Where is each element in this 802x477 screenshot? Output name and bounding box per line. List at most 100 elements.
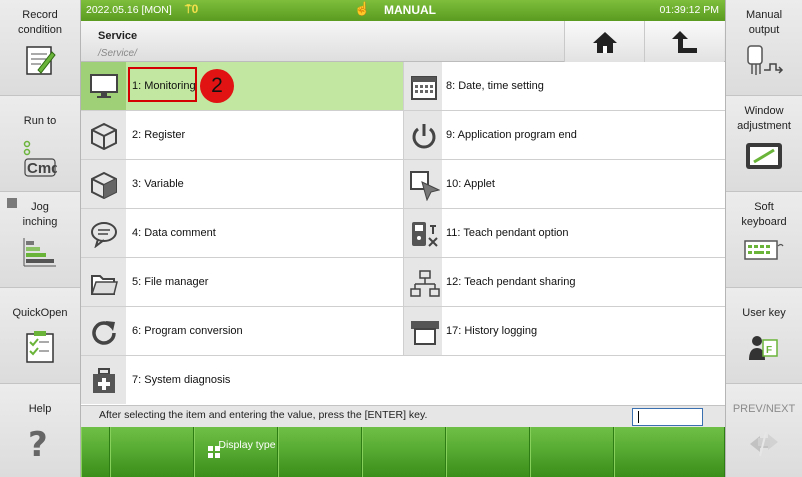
function-key-2[interactable] bbox=[110, 427, 194, 477]
folder-icon bbox=[90, 275, 118, 295]
menu-item-teach-pendant-sharing[interactable]: 12: Teach pendant sharing bbox=[404, 258, 726, 307]
function-key-4[interactable] bbox=[278, 427, 362, 477]
quickopen-button[interactable]: QuickOpen bbox=[0, 288, 80, 384]
notepad-pencil-icon bbox=[24, 44, 56, 81]
jog-inching-button[interactable]: Jog inching bbox=[0, 192, 80, 288]
menu-item-application-program-end[interactable]: 9: Application program end bbox=[404, 111, 726, 160]
record-condition-label: Record condition bbox=[17, 9, 63, 36]
applet-cursor-icon bbox=[410, 171, 440, 201]
menu-item-date-time-setting[interactable]: 8: Date, time setting bbox=[404, 62, 726, 111]
menu-icon-cell bbox=[81, 111, 126, 159]
manual-output-label: Manual output bbox=[745, 9, 783, 36]
menu-icon-cell bbox=[81, 160, 126, 208]
medkit-icon bbox=[93, 368, 115, 393]
menu-item-program-conversion[interactable]: 6: Program conversion bbox=[81, 307, 403, 356]
menu-icon-cell bbox=[404, 160, 442, 208]
date-text: 2022.05.16 [MON] bbox=[86, 4, 172, 16]
empty-menu-slot bbox=[403, 356, 725, 405]
menu-item-monitoring[interactable]: 1: Monitoring 2 bbox=[81, 62, 403, 111]
menu-icon-cell bbox=[404, 258, 442, 306]
jog-inching-label: Jog inching bbox=[22, 201, 58, 228]
signal-indicator: ⍑0 bbox=[185, 2, 198, 17]
svg-text:F: F bbox=[766, 345, 772, 356]
menu-item-label: 17: History logging bbox=[446, 325, 538, 337]
window-resize-icon bbox=[745, 142, 783, 175]
menu-icon-cell bbox=[81, 62, 126, 110]
network-icon bbox=[410, 270, 440, 297]
menu-icon-cell bbox=[81, 307, 126, 355]
menu-icon-cell bbox=[81, 356, 126, 404]
function-key-8[interactable] bbox=[614, 427, 725, 477]
manual-output-button[interactable]: Manual output bbox=[726, 0, 802, 96]
back-button[interactable] bbox=[644, 21, 724, 62]
menu-item-register[interactable]: 2: Register bbox=[81, 111, 403, 160]
menu-item-variable[interactable]: 3: Variable bbox=[81, 160, 403, 209]
menu-icon-cell bbox=[404, 307, 442, 355]
user-key-button[interactable]: User key F bbox=[726, 288, 802, 384]
function-key-1[interactable] bbox=[81, 427, 110, 477]
home-button[interactable] bbox=[564, 21, 644, 62]
function-key-bar: Display type bbox=[81, 427, 725, 477]
prev-next-icon bbox=[746, 428, 782, 463]
service-menu: 1: Monitoring 2 2: Register 3: Variable … bbox=[81, 62, 726, 405]
cube-icon bbox=[91, 122, 117, 150]
menu-item-label: 3: Variable bbox=[132, 178, 184, 190]
menu-item-label: 4: Data comment bbox=[132, 227, 216, 239]
menu-item-system-diagnosis[interactable]: 7: System diagnosis bbox=[81, 356, 403, 405]
pendant-tools-icon bbox=[412, 222, 438, 247]
cube-icon bbox=[91, 171, 117, 199]
page-title: Service bbox=[98, 30, 138, 42]
left-panel: Record condition Run to Cmd Jog inching … bbox=[0, 0, 81, 477]
step-badge: 2 bbox=[200, 69, 234, 103]
menu-item-label: 5: File manager bbox=[132, 276, 209, 288]
speech-bubble-icon bbox=[91, 222, 117, 248]
menu-icon-cell bbox=[404, 209, 442, 257]
page-header: Service /Service/ bbox=[81, 21, 725, 62]
menu-item-history-logging[interactable]: 17: History logging bbox=[404, 307, 726, 356]
menu-item-applet[interactable]: 10: Applet bbox=[404, 160, 726, 209]
help-button[interactable]: Help ? bbox=[0, 384, 80, 477]
mode-text: MANUAL bbox=[384, 3, 436, 17]
antenna-icon: ⍑ bbox=[185, 4, 192, 16]
menu-item-label: 7: System diagnosis bbox=[132, 374, 231, 386]
run-to-button[interactable]: Run to Cmd bbox=[0, 96, 80, 192]
menu-item-label: 11: Teach pendant option bbox=[446, 227, 569, 239]
hand-output-icon bbox=[744, 44, 784, 85]
menu-item-label: 8: Date, time setting bbox=[446, 80, 544, 92]
home-icon bbox=[593, 32, 617, 53]
power-icon bbox=[412, 124, 436, 149]
display-type-button[interactable]: Display type bbox=[194, 427, 278, 477]
window-adjustment-label: Window adjustment bbox=[737, 105, 791, 132]
menu-item-file-manager[interactable]: 5: File manager bbox=[81, 258, 403, 307]
function-key-7[interactable] bbox=[530, 427, 614, 477]
menu-item-label: 6: Program conversion bbox=[132, 325, 243, 337]
monitor-icon bbox=[90, 74, 118, 98]
jog-indicator bbox=[7, 198, 17, 208]
value-input[interactable] bbox=[632, 408, 703, 426]
prompt-message: After selecting the item and entering th… bbox=[99, 409, 428, 421]
menu-item-data-comment[interactable]: 4: Data comment bbox=[81, 209, 403, 258]
printer-log-icon bbox=[411, 321, 439, 345]
refresh-icon bbox=[92, 321, 116, 345]
prev-next-label: PREV/NEXT bbox=[732, 403, 796, 415]
menu-icon-cell bbox=[81, 258, 126, 306]
quickopen-label: QuickOpen bbox=[12, 307, 68, 319]
calendar-icon bbox=[411, 76, 437, 100]
svg-text:Cmd: Cmd bbox=[27, 160, 57, 177]
soft-keyboard-button[interactable]: Soft keyboard bbox=[726, 192, 802, 288]
menu-item-label: 10: Applet bbox=[446, 178, 495, 190]
menu-icon-cell bbox=[404, 111, 442, 159]
function-key-5[interactable] bbox=[362, 427, 446, 477]
soft-keyboard-label: Soft keyboard bbox=[741, 201, 787, 228]
signal-count: 0 bbox=[191, 2, 199, 16]
hand-icon: ☝ bbox=[354, 1, 371, 16]
user-key-icon: F bbox=[748, 332, 780, 367]
record-condition-button[interactable]: Record condition bbox=[0, 0, 80, 96]
user-key-label: User key bbox=[742, 307, 786, 319]
menu-item-label: 12: Teach pendant sharing bbox=[446, 276, 576, 288]
function-key-6[interactable] bbox=[446, 427, 530, 477]
menu-item-teach-pendant-option[interactable]: 11: Teach pendant option bbox=[404, 209, 726, 258]
prev-next-button[interactable]: PREV/NEXT bbox=[726, 384, 802, 477]
window-adjustment-button[interactable]: Window adjustment bbox=[726, 96, 802, 192]
run-to-label: Run to bbox=[23, 115, 57, 127]
